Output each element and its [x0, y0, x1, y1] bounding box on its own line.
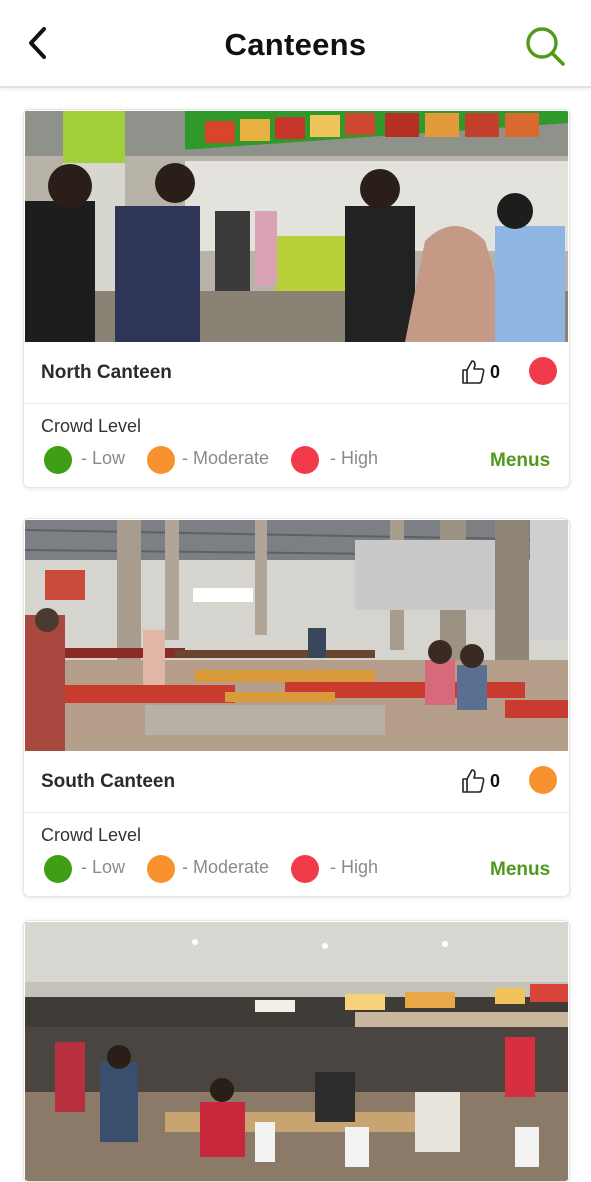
canteen-card[interactable]	[23, 920, 570, 1182]
legend-low-label: - Low	[81, 448, 126, 468]
app-header: Canteens	[0, 0, 591, 88]
crowd-level-label: Crowd Level	[41, 416, 142, 436]
legend-high-dot	[291, 855, 319, 883]
thumbs-up-icon[interactable]	[461, 359, 485, 385]
legend-low-dot	[44, 855, 72, 883]
card-title-row: South Canteen 0	[24, 752, 569, 813]
crowd-status-dot	[529, 766, 557, 794]
legend-high-label: - High	[330, 857, 379, 877]
legend-high-label: - High	[330, 448, 379, 468]
menus-link[interactable]: Menus	[490, 859, 550, 881]
menus-link[interactable]: Menus	[490, 450, 550, 472]
search-icon	[526, 27, 565, 66]
crowd-status-dot	[529, 357, 557, 385]
thumbs-up-icon[interactable]	[461, 768, 485, 794]
canteen-name: South Canteen	[41, 771, 176, 792]
page-title: Canteens	[224, 27, 367, 62]
legend-moderate-label: - Moderate	[182, 448, 270, 468]
legend-low-dot	[44, 446, 72, 474]
like-count: 0	[490, 362, 501, 382]
canteen-name: North Canteen	[41, 362, 172, 383]
canteen-photo	[25, 520, 568, 751]
legend-high-dot	[291, 446, 319, 474]
legend-moderate-label: - Moderate	[182, 857, 270, 877]
legend-moderate-dot	[147, 855, 175, 883]
like-count: 0	[490, 771, 501, 791]
canteen-card[interactable]: South Canteen 0 Crowd Level - Low - Mode…	[23, 518, 570, 897]
search-button[interactable]	[523, 24, 569, 70]
legend-low-label: - Low	[81, 857, 126, 877]
legend-moderate-dot	[147, 446, 175, 474]
canteen-photo	[25, 922, 568, 1181]
canteen-card[interactable]: North Canteen 0 Crowd Level - Low - Mode…	[23, 109, 570, 488]
canteen-photo	[25, 111, 568, 342]
crowd-level-label: Crowd Level	[41, 825, 142, 845]
card-title-row: North Canteen 0	[24, 343, 569, 404]
